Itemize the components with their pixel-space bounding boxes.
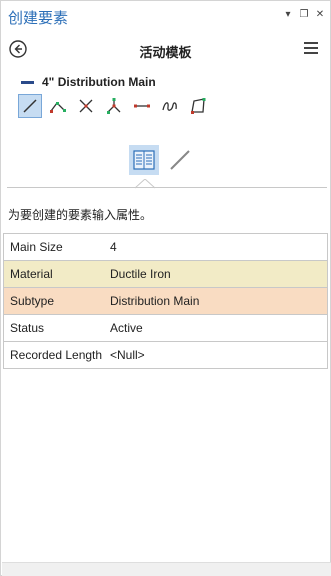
attribute-key: Material xyxy=(10,267,53,281)
tab-separator xyxy=(7,187,327,188)
template-name: 4" Distribution Main xyxy=(42,75,156,89)
attribute-row[interactable]: Status Active xyxy=(3,315,328,342)
attribute-key: Main Size xyxy=(10,240,63,254)
attributes-table: Main Size 4 Material Ductile Iron Subtype Dis… xyxy=(3,233,328,369)
pane-bottom-strip xyxy=(2,562,331,576)
attributes-table-icon[interactable] xyxy=(129,145,159,175)
hamburger-menu-icon[interactable] xyxy=(304,42,320,56)
active-template: 4" Distribution Main xyxy=(21,74,156,90)
cross-tool-icon[interactable] xyxy=(74,94,98,118)
attribute-key: Status xyxy=(10,321,45,335)
geometry-line-icon[interactable] xyxy=(165,145,195,175)
restore-icon[interactable]: ❐ xyxy=(297,7,311,21)
view-tabs xyxy=(129,145,201,177)
attribute-value[interactable]: Distribution Main xyxy=(104,294,327,308)
attribute-key: Recorded Length xyxy=(10,348,103,362)
header-title: 活动模板 xyxy=(139,46,192,61)
attribute-value[interactable]: Ductile Iron xyxy=(104,267,327,281)
line-symbol-icon xyxy=(21,80,34,84)
segment-tool-icon[interactable] xyxy=(130,94,154,118)
attribute-value[interactable]: 4 xyxy=(104,240,327,254)
instruction-text: 为要创建的要素输入属性。 xyxy=(8,208,153,222)
polygon-tool-icon[interactable] xyxy=(186,94,210,118)
attribute-row[interactable]: Material Ductile Iron xyxy=(3,261,328,288)
attribute-value[interactable]: Active xyxy=(104,321,327,335)
attribute-value[interactable]: <Null> xyxy=(104,348,327,362)
attribute-row[interactable]: Main Size 4 xyxy=(3,234,328,261)
construction-tools xyxy=(18,94,214,118)
attribute-row[interactable]: Recorded Length <Null> xyxy=(3,342,328,369)
active-template-header: 活动模板 xyxy=(1,37,330,63)
pane-options-icon[interactable]: ▾ xyxy=(281,7,295,21)
pane-titlebar: 创建要素 ▾ ❐ ✕ xyxy=(1,1,330,31)
vertices-tool-icon[interactable] xyxy=(102,94,126,118)
line-tool-icon[interactable] xyxy=(18,94,42,118)
attribute-key: Subtype xyxy=(10,294,55,308)
freehand-tool-icon[interactable] xyxy=(158,94,182,118)
close-icon[interactable]: ✕ xyxy=(313,7,327,21)
create-features-pane: 创建要素 ▾ ❐ ✕ 活动模板 4" Distribution Main 为要创… xyxy=(0,0,331,576)
polyline-tool-icon[interactable] xyxy=(46,94,70,118)
attribute-row[interactable]: Subtype Distribution Main xyxy=(3,288,328,315)
pane-title: 创建要素 xyxy=(8,9,69,27)
